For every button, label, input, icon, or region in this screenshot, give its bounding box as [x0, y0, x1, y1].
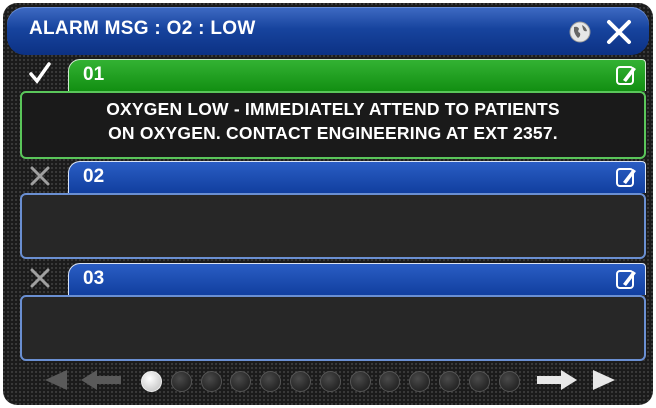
message-slot-03[interactable]: 03 [20, 263, 646, 363]
slot-message-panel-02[interactable] [20, 193, 646, 259]
alarm-message-window: ALARM MSG : O2 : LOW 01 OXYGEN LOW - IMM… [3, 3, 653, 405]
slot-tab-02[interactable]: 02 [68, 161, 646, 193]
edit-icon[interactable] [615, 268, 637, 290]
page-dot[interactable] [468, 371, 490, 392]
page-dot[interactable] [230, 371, 252, 392]
edit-icon[interactable] [615, 64, 637, 86]
x-mark-icon[interactable] [28, 163, 52, 187]
page-dot[interactable] [498, 371, 520, 392]
slot-number: 01 [83, 64, 105, 85]
next-page-icon[interactable] [535, 367, 579, 398]
page-dot[interactable] [170, 371, 192, 392]
x-mark-icon[interactable] [28, 265, 52, 289]
last-page-icon[interactable] [589, 367, 619, 398]
page-dot[interactable] [379, 371, 401, 392]
message-line-2: ON OXYGEN. CONTACT ENGINEERING AT EXT 23… [108, 123, 558, 143]
message-slot-01[interactable]: 01 OXYGEN LOW - IMMEDIATELY ATTEND TO PA… [20, 59, 646, 159]
page-dot[interactable] [349, 371, 371, 392]
slot-number: 03 [83, 268, 105, 289]
check-icon[interactable] [28, 61, 52, 85]
previous-page-icon[interactable] [79, 367, 123, 398]
message-line-1: OXYGEN LOW - IMMEDIATELY ATTEND TO PATIE… [106, 99, 560, 119]
pager-bar [3, 361, 653, 401]
page-dot[interactable] [290, 371, 311, 392]
slot-tab-01[interactable]: 01 [68, 59, 646, 91]
globe-icon[interactable] [569, 21, 591, 43]
page-dot[interactable] [319, 371, 341, 392]
first-page-icon[interactable] [41, 367, 71, 398]
page-dot[interactable] [409, 371, 431, 392]
page-dot[interactable] [260, 371, 282, 392]
page-dot[interactable] [141, 371, 162, 392]
slot-message-panel-03[interactable] [20, 295, 646, 361]
page-dot[interactable] [439, 371, 460, 392]
page-dot[interactable] [200, 371, 222, 392]
close-icon[interactable] [605, 18, 633, 46]
window-title: ALARM MSG : O2 : LOW [29, 18, 256, 39]
slot-message-panel-01[interactable]: OXYGEN LOW - IMMEDIATELY ATTEND TO PATIE… [20, 91, 646, 159]
slot-tab-03[interactable]: 03 [68, 263, 646, 295]
title-bar: ALARM MSG : O2 : LOW [7, 7, 649, 55]
message-slot-02[interactable]: 02 [20, 161, 646, 261]
slot-number: 02 [83, 166, 105, 187]
edit-icon[interactable] [615, 166, 637, 188]
